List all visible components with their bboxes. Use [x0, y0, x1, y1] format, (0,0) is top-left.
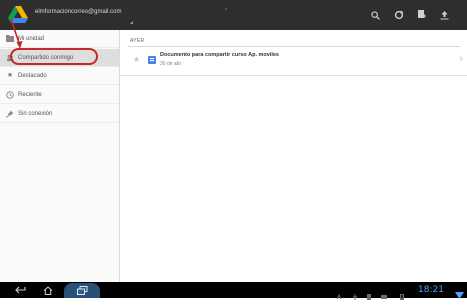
list-item[interactable]: ★ Documento para compartir curso Ap. mov…	[120, 47, 467, 76]
account-dropdown-caret-icon[interactable]	[130, 21, 133, 24]
sidebar-item-label: Sin conexión	[18, 110, 53, 117]
sidebar-item-my-drive[interactable]: Mi unidad	[0, 30, 119, 48]
action-bar-indicator: ”	[225, 9, 227, 15]
new-document-icon[interactable]	[415, 8, 429, 22]
navigation-sidebar: Mi unidad Compartido conmigo ★ Destacado…	[0, 30, 120, 282]
file-list-pane: AYER ★ Documento para compartir curso Ap…	[120, 30, 467, 282]
notification-icon[interactable]	[336, 287, 342, 300]
document-date: 30 de abr.	[160, 61, 183, 67]
shared-icon	[6, 54, 14, 62]
refresh-icon[interactable]	[392, 8, 406, 22]
sidebar-item-starred[interactable]: ★ Destacado	[0, 67, 119, 85]
clock: 18:21	[418, 285, 444, 295]
sidebar-item-label: Destacado	[18, 72, 47, 79]
recent-apps-icon[interactable]	[75, 285, 89, 295]
pin-icon	[6, 110, 14, 118]
document-notification-icon[interactable]	[366, 287, 372, 300]
sidebar-item-label: Compartido conmigo	[18, 54, 74, 61]
usb-icon[interactable]	[352, 287, 358, 300]
back-icon[interactable]	[14, 285, 28, 295]
sidebar-item-recent[interactable]: Reciente	[0, 86, 119, 104]
sidebar-item-shared-with-me[interactable]: Compartido conmigo	[0, 49, 119, 67]
clock-icon	[6, 91, 14, 99]
document-title: Documento para compartir curso Ap. movil…	[160, 52, 279, 58]
chevron-right-icon[interactable]: ›	[459, 53, 463, 65]
star-toggle-icon[interactable]: ★	[133, 55, 140, 64]
account-name[interactable]: elmformacioncorreo@gmail.com	[35, 9, 121, 15]
sidebar-item-label: Reciente	[18, 91, 42, 98]
section-header: AYER	[130, 38, 145, 44]
image-notification-icon[interactable]	[381, 287, 387, 299]
drive-folder-icon	[6, 35, 14, 43]
home-icon[interactable]	[42, 285, 54, 295]
system-bar: 18:21	[0, 282, 467, 300]
wifi-icon	[455, 286, 464, 299]
sidebar-item-label: Mi unidad	[18, 35, 45, 42]
search-icon[interactable]	[368, 8, 382, 22]
drive-logo-icon[interactable]	[8, 6, 28, 24]
upload-icon[interactable]	[437, 8, 451, 22]
download-notification-icon[interactable]	[399, 287, 405, 300]
sidebar-item-offline[interactable]: Sin conexión	[0, 105, 119, 123]
document-icon	[148, 56, 156, 64]
action-bar: elmformacioncorreo@gmail.com ”	[0, 0, 467, 30]
star-icon: ★	[6, 72, 14, 79]
